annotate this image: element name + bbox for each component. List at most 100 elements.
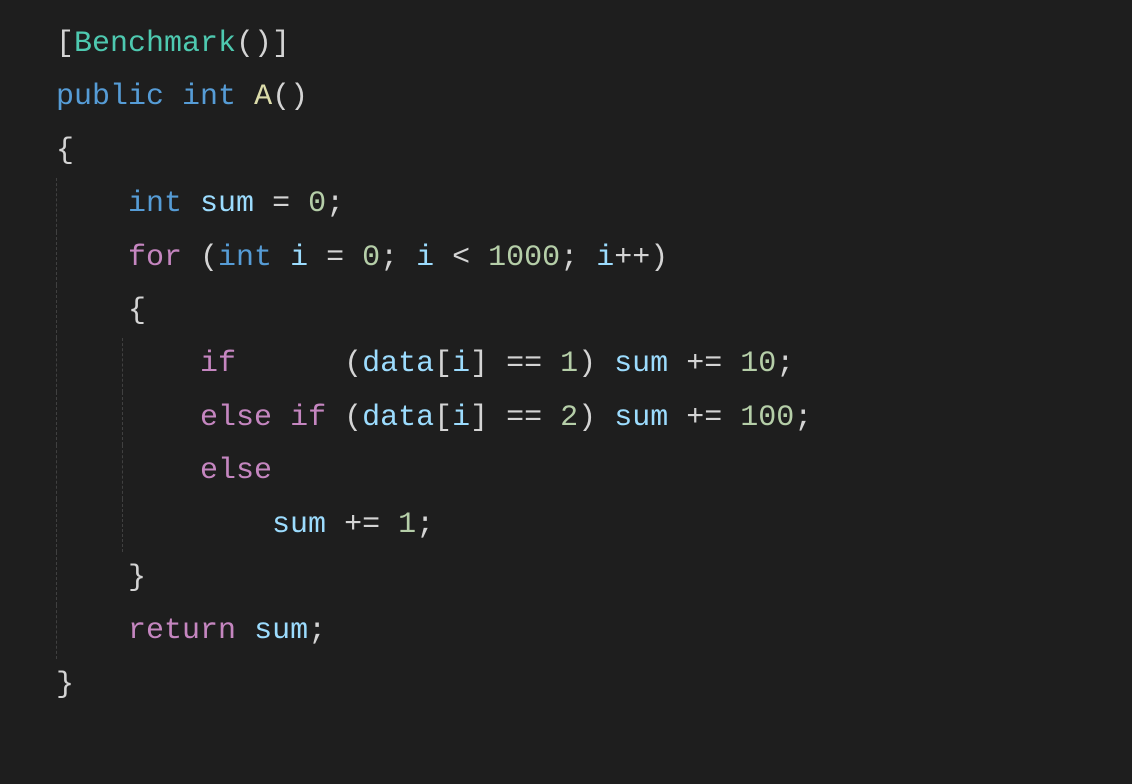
token-var: i: [290, 241, 308, 275]
indent-guide: [56, 499, 57, 552]
token-flow: return: [128, 614, 236, 648]
token-punc: [56, 187, 128, 221]
token-punc: ;: [560, 241, 596, 275]
token-var: i: [596, 241, 614, 275]
token-punc: [56, 508, 272, 542]
code-line: for (int i = 0; i < 1000; i++): [56, 232, 1132, 285]
token-punc: <: [434, 241, 488, 275]
token-var: i: [452, 347, 470, 381]
token-punc: [: [56, 27, 74, 61]
indent-guide: [122, 499, 123, 552]
token-punc: [: [434, 347, 452, 381]
token-punc: ;: [308, 614, 326, 648]
indent-guide: [56, 392, 57, 445]
token-punc: +=: [668, 401, 740, 435]
code-line: if (data[i] == 1) sum += 10;: [56, 338, 1132, 391]
token-var: i: [416, 241, 434, 275]
token-punc: [56, 454, 200, 488]
token-punc: [236, 80, 254, 114]
token-punc: (): [272, 80, 308, 114]
token-keyword: int: [182, 80, 236, 114]
token-punc: [236, 614, 254, 648]
token-flow: if: [290, 401, 326, 435]
code-line: else if (data[i] == 2) sum += 100;: [56, 392, 1132, 445]
token-num: 2: [560, 401, 578, 435]
token-punc: [56, 401, 200, 435]
token-flow: else: [200, 401, 272, 435]
token-punc: ()]: [236, 27, 290, 61]
token-punc: ;: [380, 241, 416, 275]
token-type: Benchmark: [74, 27, 236, 61]
code-line: {: [56, 285, 1132, 338]
token-punc: [164, 80, 182, 114]
token-punc: [56, 347, 200, 381]
token-punc: }: [56, 561, 146, 595]
indent-guide: [122, 338, 123, 391]
token-punc: [56, 241, 128, 275]
token-num: 0: [308, 187, 326, 221]
indent-guide: [56, 338, 57, 391]
code-line: int sum = 0;: [56, 178, 1132, 231]
token-punc: ] ==: [470, 401, 560, 435]
token-punc: (: [182, 241, 218, 275]
indent-guide: [122, 392, 123, 445]
indent-guide: [56, 552, 57, 605]
token-punc: =: [308, 241, 362, 275]
indent-guide: [122, 445, 123, 498]
token-punc: }: [56, 668, 74, 702]
token-num: 1: [560, 347, 578, 381]
token-punc: [272, 401, 290, 435]
token-flow: for: [128, 241, 182, 275]
token-punc: ): [578, 347, 614, 381]
token-punc: (: [326, 401, 362, 435]
token-var: i: [452, 401, 470, 435]
token-punc: ;: [776, 347, 794, 381]
token-num: 100: [740, 401, 794, 435]
token-num: 1000: [488, 241, 560, 275]
token-punc: (: [236, 347, 362, 381]
token-punc: ;: [416, 508, 434, 542]
token-punc: ;: [794, 401, 812, 435]
code-line: [Benchmark()]: [56, 18, 1132, 71]
code-line: {: [56, 125, 1132, 178]
token-keyword: public: [56, 80, 164, 114]
code-line: sum += 1;: [56, 499, 1132, 552]
token-var: sum: [200, 187, 254, 221]
token-punc: +=: [668, 347, 740, 381]
token-flow: else: [200, 454, 272, 488]
token-method: A: [254, 80, 272, 114]
code-line: else: [56, 445, 1132, 498]
token-num: 10: [740, 347, 776, 381]
token-keyword: int: [128, 187, 182, 221]
token-var: sum: [614, 401, 668, 435]
indent-guide: [56, 285, 57, 338]
code-line: }: [56, 552, 1132, 605]
indent-guide: [56, 178, 57, 231]
token-var: data: [362, 347, 434, 381]
indent-guide: [56, 232, 57, 285]
indent-guide: [56, 605, 57, 658]
token-flow: if: [200, 347, 236, 381]
token-punc: {: [56, 134, 74, 168]
token-var: data: [362, 401, 434, 435]
token-var: sum: [614, 347, 668, 381]
token-var: sum: [272, 508, 326, 542]
token-punc: [56, 614, 128, 648]
token-punc: ++): [614, 241, 668, 275]
code-line: }: [56, 659, 1132, 712]
token-keyword: int: [218, 241, 272, 275]
token-var: sum: [254, 614, 308, 648]
token-punc: +=: [326, 508, 398, 542]
token-punc: ;: [326, 187, 344, 221]
indent-guide: [56, 445, 57, 498]
token-punc: [: [434, 401, 452, 435]
code-line: public int A(): [56, 71, 1132, 124]
token-punc: {: [56, 294, 146, 328]
code-block: [Benchmark()]public int A(){ int sum = 0…: [0, 0, 1132, 712]
token-punc: =: [254, 187, 308, 221]
token-punc: ] ==: [470, 347, 560, 381]
token-punc: [182, 187, 200, 221]
code-line: return sum;: [56, 605, 1132, 658]
token-num: 0: [362, 241, 380, 275]
token-num: 1: [398, 508, 416, 542]
